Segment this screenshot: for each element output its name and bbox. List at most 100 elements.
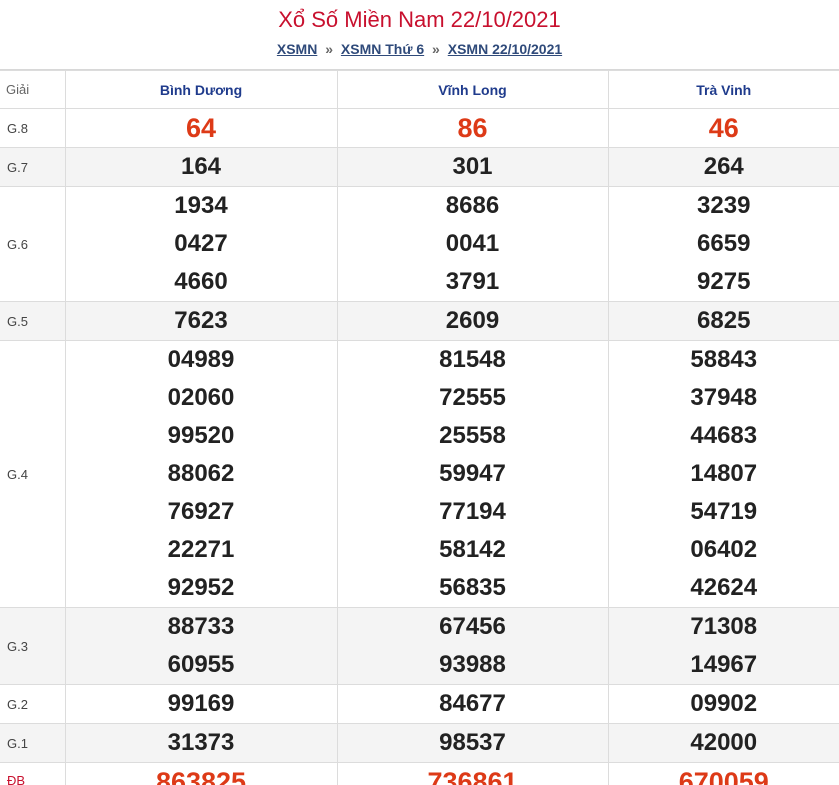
breadcrumb-separator: » [432, 41, 440, 57]
table-header-row: Giải Bình Dương Vĩnh Long Trà Vinh [0, 70, 839, 109]
prize-row: G.5 7623 2609 6825 [0, 301, 839, 341]
result-cell: 71308 14967 [607, 607, 839, 685]
result-cell: 670059 [607, 762, 839, 785]
prize-label: G.1 [0, 723, 66, 763]
province-header-tra-vinh[interactable]: Trà Vinh [607, 70, 839, 109]
result-number: 93988 [439, 651, 506, 678]
result-cell: 264 [607, 147, 839, 187]
result-number: 22271 [167, 536, 235, 563]
result-number: 1934 [174, 192, 228, 219]
result-number: 9275 [697, 268, 751, 295]
result-number: 81548 [439, 346, 506, 373]
lottery-result-page: Xổ Số Miền Nam 22/10/2021 XSMN » XSMN Th… [0, 0, 839, 785]
result-number: 46 [708, 113, 739, 143]
prize-label: G.3 [0, 607, 66, 685]
prize-label: ĐB [0, 762, 66, 785]
result-number: 264 [703, 153, 744, 180]
result-number: 736861 [427, 767, 518, 785]
prize-row: G.2 99169 84677 09902 [0, 684, 839, 724]
result-number: 59947 [439, 460, 506, 487]
breadcrumb: XSMN » XSMN Thứ 6 » XSMN 22/10/2021 [0, 41, 839, 57]
page-title: Xổ Số Miền Nam 22/10/2021 [278, 7, 561, 32]
result-number: 37948 [690, 384, 758, 411]
result-number: 25558 [439, 422, 506, 449]
result-cell: 86 [336, 108, 609, 148]
result-number: 99520 [167, 422, 235, 449]
result-number: 3791 [445, 268, 500, 295]
result-cell: 301 [336, 147, 609, 187]
result-number: 04989 [167, 346, 235, 373]
result-number: 67456 [439, 613, 506, 640]
result-number: 06402 [690, 536, 758, 563]
result-cell: 42000 [607, 723, 839, 763]
result-number: 44683 [690, 422, 758, 449]
prize-row: G.3 88733 60955 67456 93988 71308 14967 [0, 607, 839, 685]
result-number: 84677 [439, 690, 506, 717]
result-number: 98537 [439, 729, 506, 756]
result-number: 72555 [439, 384, 506, 411]
result-number: 0041 [445, 230, 500, 257]
prize-label: G.6 [0, 186, 66, 302]
result-cell: 64 [64, 108, 338, 148]
result-number: 6659 [697, 230, 751, 257]
result-cell: 6825 [607, 301, 839, 341]
result-cell: 09902 [607, 684, 839, 724]
result-cell: 04989 02060 99520 88062 76927 22271 92952 [64, 340, 338, 608]
breadcrumb-link-xsmn[interactable]: XSMN [277, 41, 317, 57]
prize-row: ĐB 863825 736861 670059 [0, 762, 839, 785]
result-number: 31373 [167, 729, 235, 756]
results-body: G.8 64 86 46 G.7 164 301 264 G.6 1934 0427 4660 8686… [0, 108, 839, 785]
result-number: 0427 [174, 230, 228, 257]
result-header: Xổ Số Miền Nam 22/10/2021 XSMN » XSMN Th… [0, 0, 839, 70]
result-number: 42624 [690, 574, 758, 601]
result-cell: 88733 60955 [64, 607, 338, 685]
result-number: 58843 [690, 346, 758, 373]
result-number: 6825 [697, 307, 751, 334]
result-number: 86 [457, 113, 488, 143]
result-number: 670059 [678, 767, 769, 785]
result-number: 14967 [690, 651, 758, 678]
result-number: 88062 [167, 460, 235, 487]
result-number: 3239 [697, 192, 751, 219]
result-number: 301 [452, 153, 493, 180]
result-cell: 67456 93988 [336, 607, 609, 685]
result-number: 164 [180, 153, 222, 180]
prize-row: G.8 64 86 46 [0, 108, 839, 148]
prize-label: G.5 [0, 301, 66, 341]
breadcrumb-link-xsmn-thu-6[interactable]: XSMN Thứ 6 [341, 41, 424, 57]
prize-row: G.1 31373 98537 42000 [0, 723, 839, 763]
breadcrumb-link-xsmn-date[interactable]: XSMN 22/10/2021 [448, 41, 562, 57]
province-header-vinh-long[interactable]: Vĩnh Long [336, 70, 609, 109]
result-cell: 99169 [64, 684, 338, 724]
result-number: 4660 [174, 268, 228, 295]
result-number: 42000 [690, 729, 758, 756]
result-number: 92952 [167, 574, 235, 601]
result-number: 2609 [445, 307, 500, 334]
prize-row: G.4 04989 02060 99520 88062 76927 22271 92952 81… [0, 340, 839, 608]
result-cell: 2609 [336, 301, 609, 341]
result-cell: 58843 37948 44683 14807 54719 06402 42624 [607, 340, 839, 608]
result-number: 7623 [174, 307, 228, 334]
result-number: 64 [185, 113, 217, 143]
prize-label: G.4 [0, 340, 66, 608]
result-number: 54719 [690, 498, 758, 525]
result-cell: 8686 0041 3791 [336, 186, 609, 302]
result-number: 58142 [439, 536, 506, 563]
prize-row: G.7 164 301 264 [0, 147, 839, 187]
prize-label: G.2 [0, 684, 66, 724]
breadcrumb-separator: » [325, 41, 333, 57]
prize-label: G.7 [0, 147, 66, 187]
result-cell: 7623 [64, 301, 338, 341]
result-cell: 31373 [64, 723, 338, 763]
result-number: 71308 [690, 613, 758, 640]
results-table: Giải Bình Dương Vĩnh Long Trà Vinh G.8 64… [0, 70, 839, 785]
result-number: 76927 [167, 498, 235, 525]
result-cell: 736861 [336, 762, 609, 785]
result-cell: 164 [64, 147, 338, 187]
prize-column-header: Giải [0, 70, 66, 109]
result-number: 77194 [439, 498, 506, 525]
result-number: 99169 [167, 690, 235, 717]
prize-label: G.8 [0, 108, 66, 148]
result-number: 09902 [690, 690, 758, 717]
province-header-binh-duong[interactable]: Bình Dương [64, 70, 338, 109]
